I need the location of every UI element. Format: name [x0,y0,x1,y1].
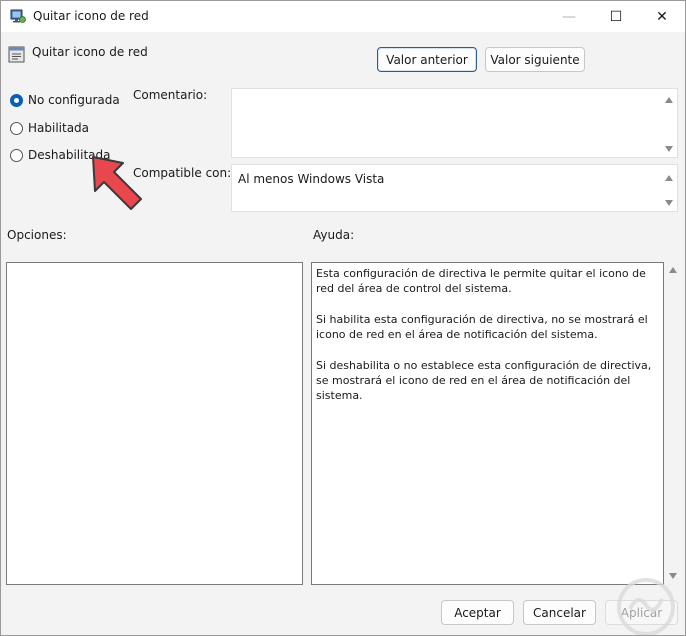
red-arrow-icon [92,156,142,210]
options-panel [6,262,303,585]
help-label: Ayuda: [313,228,355,242]
comment-textarea[interactable] [231,88,678,158]
maximize-button[interactable]: ☐ [593,1,639,32]
help-paragraph: Esta configuración de directiva le permi… [316,267,646,296]
watermark-logo [617,578,675,635]
scroll-up-icon[interactable] [665,97,673,103]
policy-dialog-window: Quitar icono de red — ☐ ✕ Quitar icono d… [0,0,686,636]
radio-indicator [10,148,23,162]
radio-not-configured[interactable]: No configurada [10,93,120,107]
policy-name: Quitar icono de red [32,45,148,59]
radio-label: No configurada [28,93,120,107]
minimize-button[interactable]: — [546,1,592,32]
help-panel[interactable]: Esta configuración de directiva le permi… [311,262,664,585]
radio-label: Habilitada [28,121,90,135]
help-scroll-up-icon[interactable] [669,267,677,273]
compatible-value: Al menos Windows Vista [238,172,385,186]
close-button[interactable]: ✕ [639,1,685,32]
help-text: Esta configuración de directiva le permi… [316,266,655,419]
options-label: Opciones: [7,228,67,242]
radio-indicator [10,121,23,135]
next-setting-button[interactable]: Valor siguiente [485,47,585,72]
cancel-button[interactable]: Cancelar [523,600,596,625]
window-title: Quitar icono de red [33,9,149,23]
policy-setting-icon [8,46,25,63]
title-bar[interactable]: Quitar icono de red — ☐ ✕ [1,1,685,32]
help-paragraph: Si deshabilita o no establece esta confi… [316,358,652,403]
comment-label: Comentario: [133,88,208,102]
help-paragraph: Si habilita esta configuración de direct… [316,312,648,342]
scroll-down-icon[interactable] [665,200,673,206]
radio-selected-indicator [10,93,23,107]
accept-button[interactable]: Aceptar [441,600,514,625]
scroll-down-icon[interactable] [665,146,673,152]
compatible-field[interactable]: Al menos Windows Vista [231,164,678,212]
scroll-up-icon[interactable] [665,175,673,181]
radio-enabled[interactable]: Habilitada [10,121,89,135]
policy-icon [10,9,26,23]
previous-setting-button[interactable]: Valor anterior [377,47,477,72]
